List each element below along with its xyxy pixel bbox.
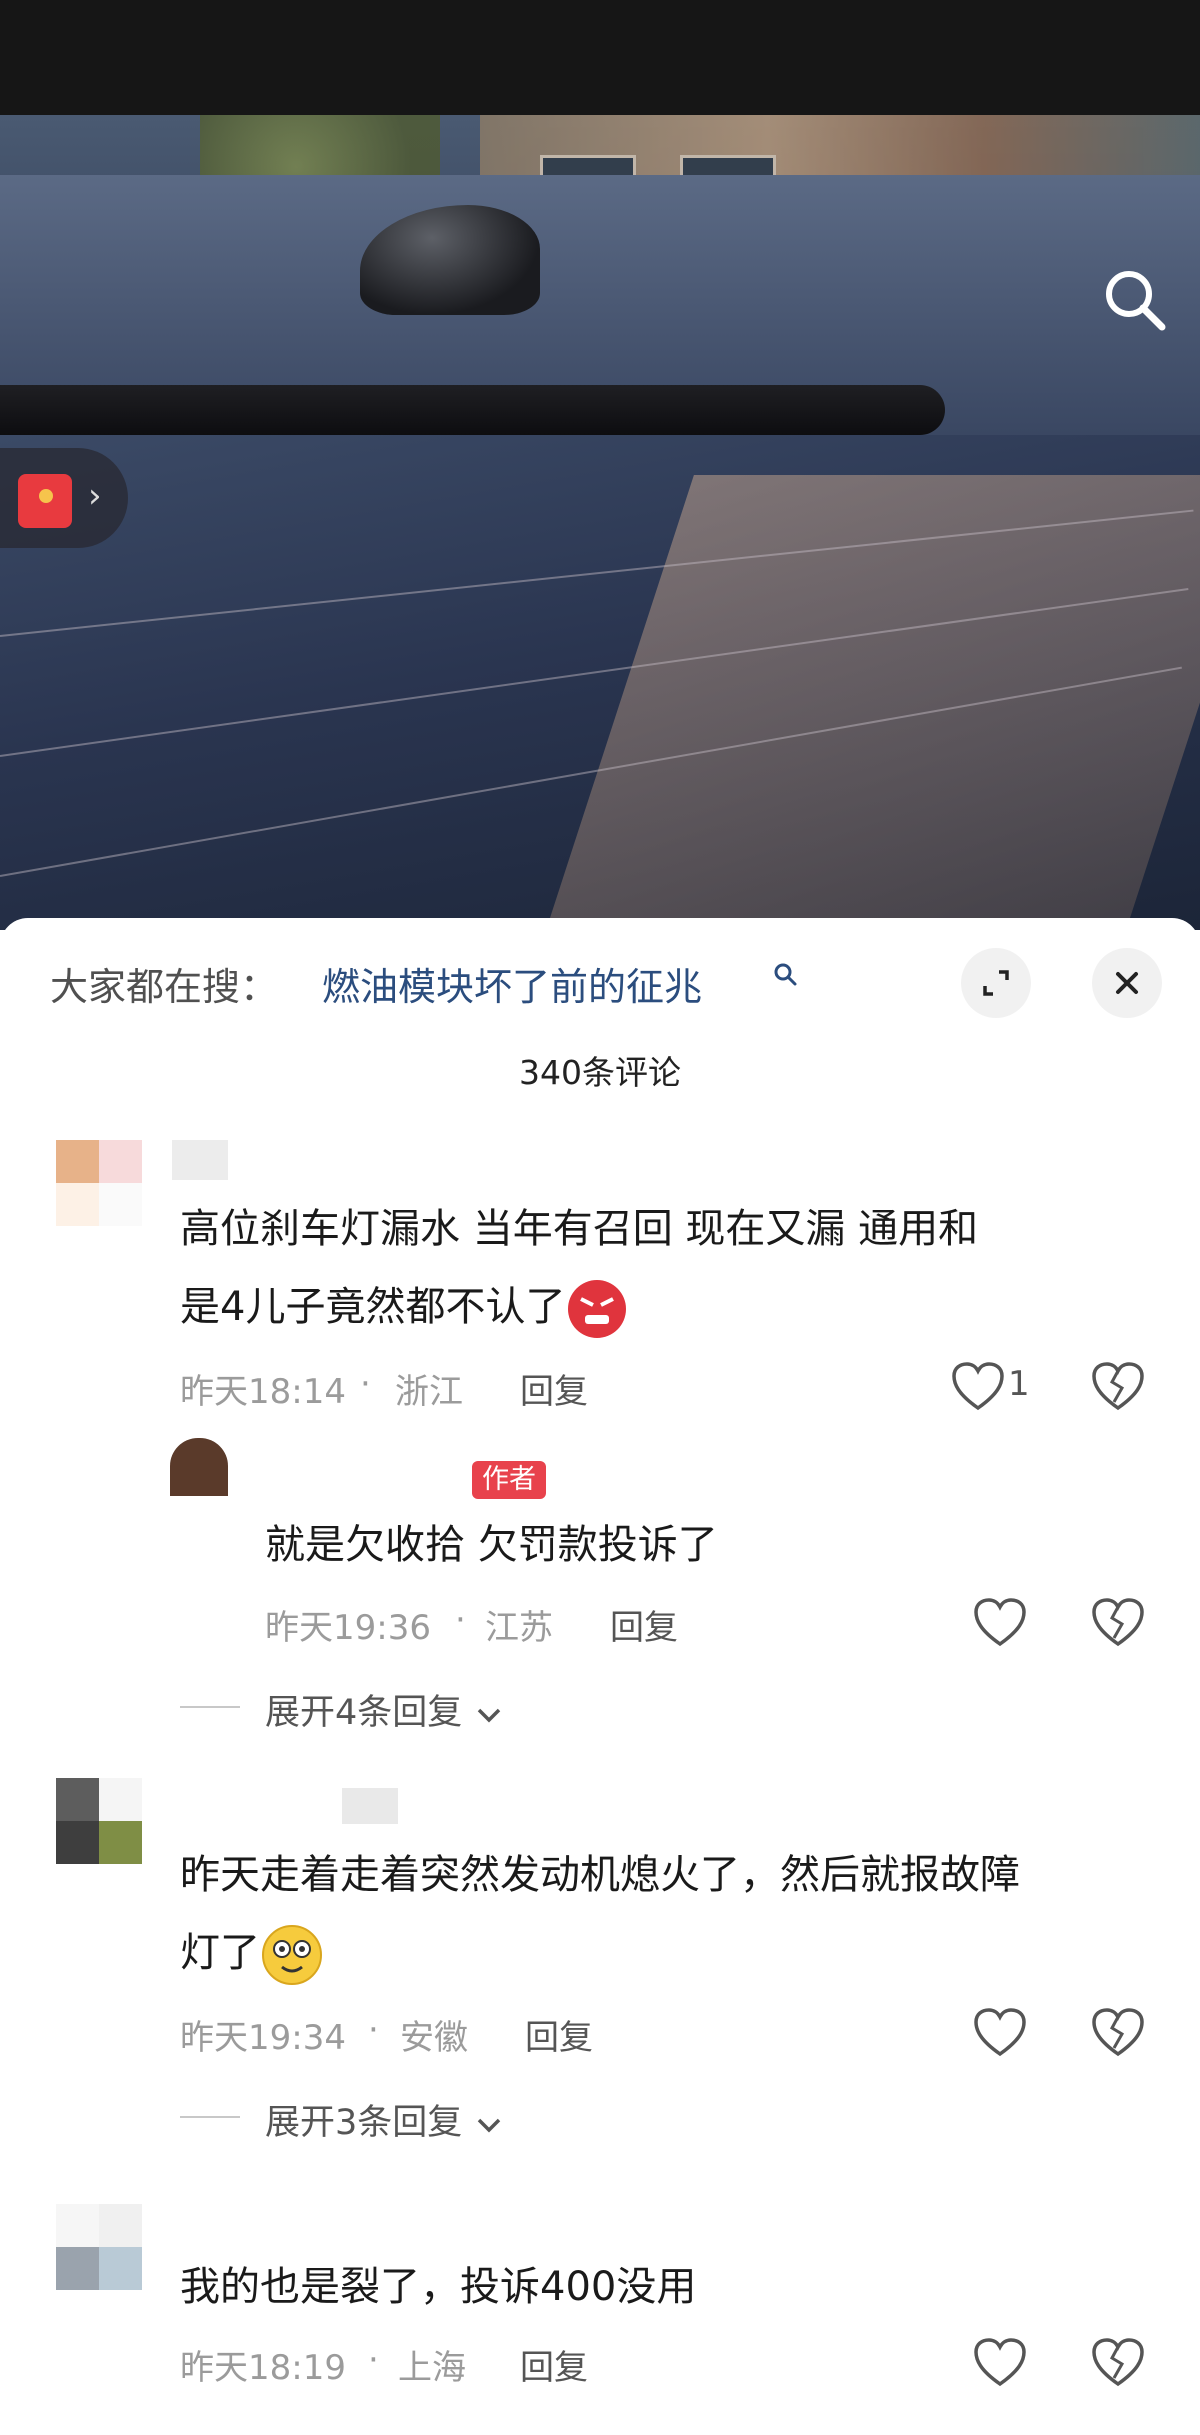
like-count: 1: [1008, 1364, 1030, 1404]
expand-icon: [983, 970, 1009, 996]
comment-text: 昨天走着走着突然发动机熄火了，然后就报故障: [180, 1852, 1020, 1898]
expand-replies-button[interactable]: 展开3条回复: [265, 2094, 505, 2145]
avatar[interactable]: [56, 1778, 142, 1864]
close-icon: [1116, 972, 1138, 994]
comment-time: 昨天19:36: [265, 1608, 431, 1648]
close-button[interactable]: [1092, 948, 1162, 1018]
expand-divider: [180, 2116, 240, 2118]
avatar[interactable]: [170, 1438, 228, 1496]
blurred-username: [342, 1788, 398, 1824]
blurred-username: [172, 1140, 228, 1180]
reply-button[interactable]: 回复: [610, 1600, 678, 1649]
dislike-icon[interactable]: [1090, 1596, 1146, 1648]
comment-location: 浙江: [395, 1372, 463, 1412]
comment-text-line2: 是4儿子竟然都不认了: [180, 1268, 629, 1346]
like-icon[interactable]: [972, 2006, 1028, 2058]
angry-emoji-icon: [565, 1277, 629, 1341]
search-small-icon: [773, 962, 799, 995]
expand-replies-button[interactable]: 展开4条回复: [265, 1684, 505, 1735]
reply-button[interactable]: 回复: [520, 2340, 588, 2389]
reply-button[interactable]: 回复: [525, 2010, 593, 2059]
dislike-icon[interactable]: [1090, 1360, 1146, 1412]
comment-text: 高位刹车灯漏水 当年有召回 现在又漏 通用和: [180, 1206, 979, 1252]
comment-time: 昨天18:19: [180, 2348, 346, 2388]
chevron-right-icon: ›: [88, 476, 102, 516]
avatar[interactable]: [56, 1140, 142, 1226]
brake-light-spoiler: [0, 385, 945, 435]
meta-separator: ·: [455, 1600, 466, 1640]
comment-time: 昨天19:34: [180, 2018, 346, 2058]
expand-divider: [180, 1706, 240, 1708]
comment-location: 江苏: [485, 1608, 553, 1648]
hot-search-keyword[interactable]: 燃油模块坏了前的征兆: [322, 956, 702, 1011]
chevron-down-icon: [478, 2118, 501, 2133]
like-icon[interactable]: [950, 1360, 1006, 1412]
avatar[interactable]: [56, 2204, 142, 2290]
meta-separator: ·: [360, 1364, 371, 1404]
chevron-down-icon: [478, 1708, 501, 1723]
comment-text-line2: 灯了: [180, 1914, 324, 1992]
dislike-icon[interactable]: [1090, 2336, 1146, 2388]
video-player[interactable]: ›: [0, 115, 1200, 930]
search-icon[interactable]: [1100, 265, 1170, 335]
comment-location: 上海: [398, 2348, 466, 2388]
comment-time: 昨天18:14: [180, 1372, 346, 1412]
red-packet-button[interactable]: ›: [0, 448, 128, 548]
status-bar: [0, 0, 1200, 115]
comment-text: 我的也是裂了，投诉400没用: [180, 2264, 697, 2310]
reply-button[interactable]: 回复: [520, 1364, 588, 1413]
meta-separator: ·: [368, 2010, 379, 2050]
meta-separator: ·: [368, 2340, 379, 2380]
expand-fullscreen-button[interactable]: [961, 948, 1031, 1018]
like-icon[interactable]: [972, 2336, 1028, 2388]
comment-text: 就是欠收拾 欠罚款投诉了: [265, 1522, 718, 1568]
dizzy-emoji-icon: [260, 1923, 324, 1987]
like-icon[interactable]: [972, 1596, 1028, 1648]
comment-count: 340条评论: [519, 1053, 681, 1092]
dislike-icon[interactable]: [1090, 2006, 1146, 2058]
comment-sheet: 大家都在搜： 燃油模块坏了前的征兆 340条评论 高位刹车灯漏水 当年有召回 现…: [0, 918, 1200, 2435]
author-badge: 作者: [472, 1461, 546, 1499]
hot-search-prefix: 大家都在搜：: [50, 965, 279, 1009]
comment-location: 安徽: [400, 2018, 468, 2058]
red-envelope-icon: [18, 474, 72, 528]
